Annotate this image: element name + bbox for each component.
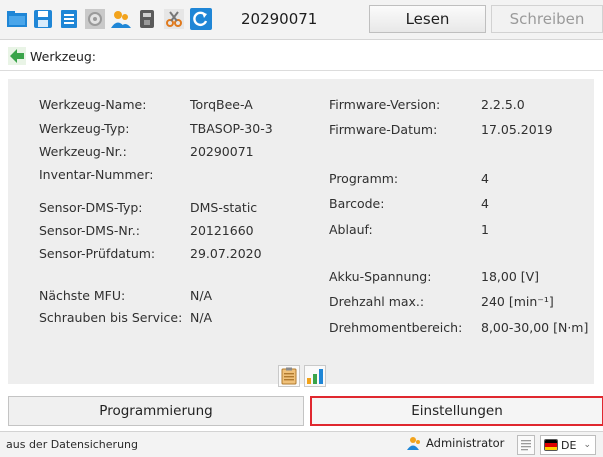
user-icon — [407, 437, 420, 450]
value-firmware-version: 2.2.5.0 — [481, 97, 525, 112]
back-arrow-icon[interactable] — [8, 47, 26, 65]
label-next-mfu: Nächste MFU: — [39, 288, 126, 303]
value-next-mfu: N/A — [190, 288, 213, 303]
value-firmware-date: 17.05.2019 — [481, 122, 553, 137]
label-firmware-version: Firmware-Version: — [329, 97, 441, 112]
tool-icon[interactable] — [136, 8, 158, 30]
bar-chart-icon[interactable] — [304, 365, 326, 387]
write-button[interactable]: Schreiben — [491, 5, 603, 33]
value-sensor-type: DMS-static — [190, 200, 258, 215]
label-sensor-test-date: Sensor-Prüfdatum: — [39, 246, 156, 261]
tool-id-label: 20290071 — [241, 10, 318, 28]
german-flag-icon — [544, 439, 558, 451]
document-icon[interactable] — [517, 435, 535, 455]
value-tool-type: TBASOP-30-3 — [190, 121, 273, 136]
read-button[interactable]: Lesen — [369, 5, 486, 33]
save-icon[interactable] — [32, 8, 54, 30]
users-icon[interactable] — [110, 8, 132, 30]
value-tool-number: 20290071 — [190, 144, 254, 159]
print-icon[interactable] — [58, 8, 80, 30]
refresh-icon[interactable] — [190, 8, 212, 30]
chevron-down-icon: ⌄ — [583, 440, 591, 450]
label-tool-name: Werkzeug-Name: — [39, 97, 147, 112]
settings-button[interactable]: Einstellungen — [310, 396, 603, 426]
programming-button[interactable]: Programmierung — [8, 396, 304, 426]
tool-details-panel: Werkzeug-Name: TorqBee-A Werkzeug-Typ: T… — [8, 79, 594, 387]
value-program: 4 — [481, 171, 489, 186]
value-tool-name: TorqBee-A — [190, 97, 253, 112]
status-bar: aus der Datensicherung Administrator DE … — [0, 431, 603, 457]
label-torque-range: Drehmomentbereich: — [329, 320, 463, 335]
language-select[interactable]: DE ⌄ — [540, 435, 596, 455]
label-battery-voltage: Akku-Spannung: — [329, 269, 432, 284]
toolbar: 20290071 Lesen Schreiben — [0, 0, 603, 40]
value-battery-voltage: 18,00 [V] — [481, 269, 540, 284]
label-program: Programm: — [329, 171, 399, 186]
value-sequence: 1 — [481, 222, 489, 237]
value-sensor-test-date: 29.07.2020 — [190, 246, 262, 261]
folder-open-icon[interactable] — [6, 8, 28, 30]
page-title: Werkzeug: — [30, 49, 97, 64]
clipboard-icon[interactable] — [278, 365, 300, 387]
user-name: Administrator — [426, 436, 505, 450]
panel-icon-group — [278, 365, 326, 387]
label-max-speed: Drehzahl max.: — [329, 294, 425, 309]
status-message: aus der Datensicherung — [6, 438, 138, 451]
label-sequence: Ablauf: — [329, 222, 373, 237]
label-screws-until-service: Schrauben bis Service: — [39, 310, 183, 325]
value-barcode: 4 — [481, 196, 489, 211]
label-inventory-number: Inventar-Nummer: — [39, 167, 154, 182]
label-firmware-date: Firmware-Datum: — [329, 122, 438, 137]
scissors-icon[interactable] — [163, 8, 185, 30]
label-sensor-number: Sensor-DMS-Nr.: — [39, 223, 140, 238]
label-tool-number: Werkzeug-Nr.: — [39, 144, 127, 159]
label-tool-type: Werkzeug-Typ: — [39, 121, 130, 136]
current-user[interactable]: Administrator — [407, 436, 504, 450]
value-torque-range: 8,00-30,00 [N·m] — [481, 320, 589, 335]
value-max-speed: 240 [min⁻¹] — [481, 294, 554, 309]
breadcrumb: Werkzeug: — [0, 41, 603, 71]
label-sensor-type: Sensor-DMS-Typ: — [39, 200, 143, 215]
language-code: DE — [561, 438, 577, 452]
value-sensor-number: 20121660 — [190, 223, 254, 238]
label-barcode: Barcode: — [329, 196, 385, 211]
settings-icon[interactable] — [84, 8, 106, 30]
value-screws-until-service: N/A — [190, 310, 213, 325]
